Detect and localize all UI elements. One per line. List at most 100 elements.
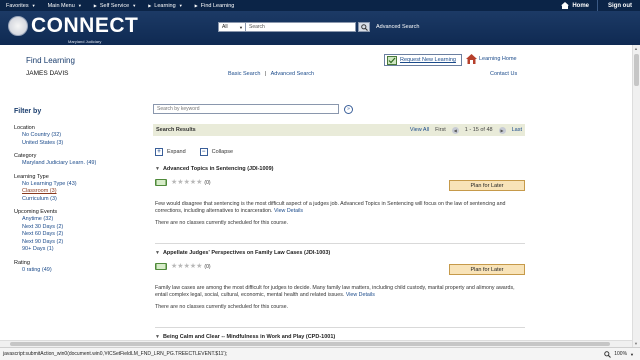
home-icon — [561, 2, 570, 9]
nav-self-service[interactable]: ▶ Self Service ▼ — [88, 3, 142, 9]
zoom-level: 100% — [614, 351, 628, 357]
first-page-label: First — [435, 127, 446, 133]
zoom-icon — [604, 350, 612, 358]
search-scope-value: All — [222, 24, 228, 30]
filter-option[interactable]: Next 30 Days (2) — [14, 224, 134, 232]
star-icon: ★ — [196, 179, 203, 186]
filter-group-rating: Rating 0 rating (49) — [14, 260, 134, 275]
star-rating: ★ ★ ★ ★ ★ — [171, 263, 202, 270]
learning-home-icon — [466, 54, 477, 64]
filter-group-label: Location — [14, 125, 35, 131]
view-details-link[interactable]: View Details — [346, 292, 375, 298]
rating-count: (0) — [204, 263, 211, 270]
course-title: Advanced Topics in Sentencing (JDI-1009) — [162, 166, 274, 172]
zoom-control[interactable]: 100% ▼ — [604, 350, 640, 358]
star-icon: ★ — [196, 263, 203, 270]
filter-option[interactable]: 90+ Days (1) — [14, 246, 134, 254]
collapse-icon[interactable]: − — [199, 148, 208, 156]
link-separator: | — [264, 71, 267, 77]
home-link[interactable]: Home — [553, 2, 597, 9]
filter-option[interactable]: Curriculum (3) — [14, 196, 134, 204]
divider — [155, 327, 525, 328]
filter-option[interactable]: No Learning Type (43) — [14, 181, 134, 189]
course-description-text: Family law cases are among the most diff… — [155, 285, 515, 298]
header-banner: CONNECT Maryland Judiciary All ▼ Search A… — [0, 11, 640, 45]
request-icon — [387, 55, 397, 65]
connect-logo[interactable]: CONNECT Maryland Judiciary — [8, 15, 138, 44]
request-new-learning-button[interactable]: Request New Learning — [384, 54, 462, 66]
divider — [155, 243, 525, 244]
course-title-row[interactable]: ▼ Advanced Topics in Sentencing (JDI-100… — [155, 166, 525, 172]
keyword-placeholder: Search by keyword — [157, 106, 200, 112]
nav-main-menu[interactable]: Main Menu ▼ — [42, 3, 88, 9]
expand-icon[interactable]: + — [155, 148, 163, 156]
collapse-link[interactable]: Collapse — [212, 149, 233, 155]
no-classes-text: There are no classes currently scheduled… — [155, 304, 289, 310]
learning-home-link[interactable]: Learning Home — [466, 54, 517, 64]
scroll-down-icon[interactable]: ▼ — [634, 341, 638, 346]
last-page-link[interactable]: Last — [512, 127, 522, 133]
chevron-down-icon: ▼ — [239, 24, 243, 30]
course-description-text: Few would disagree that sentencing is th… — [155, 201, 506, 214]
course-title-row[interactable]: ▼ Appellate Judges' Perspectives on Fami… — [155, 250, 525, 256]
course-description: Few would disagree that sentencing is th… — [155, 201, 525, 215]
keyword-search-button[interactable]: » — [344, 104, 353, 114]
book-icon — [155, 263, 167, 270]
filter-option[interactable]: Next 90 Days (2) — [14, 239, 134, 247]
scroll-up-icon[interactable]: ▲ — [634, 46, 638, 51]
horizontal-scrollbar[interactable] — [0, 340, 632, 347]
plan-for-later-button[interactable]: Plan for Later — [449, 264, 525, 275]
view-details-link[interactable]: View Details — [274, 208, 303, 214]
results-header: Search Results View All First ◀ 1 - 15 o… — [153, 124, 525, 136]
keyword-input[interactable]: Search by keyword — [153, 104, 339, 114]
filter-group-label: Category — [14, 153, 37, 159]
plan-for-later-button[interactable]: Plan for Later — [449, 180, 525, 191]
header-advanced-search-link[interactable]: Advanced Search — [376, 24, 419, 30]
nav-favorites[interactable]: Favorites ▼ — [0, 3, 42, 9]
results-title: Search Results — [156, 127, 196, 133]
course-item: ▼ Appellate Judges' Perspectives on Fami… — [155, 250, 525, 310]
filter-option[interactable]: United States (3) — [14, 140, 134, 148]
filter-option[interactable]: No Country (32) — [14, 132, 134, 140]
filter-option[interactable]: Classroom (3) — [14, 188, 134, 196]
filter-group-label: Rating — [14, 259, 30, 266]
collapse-triangle-icon[interactable]: ▼ — [155, 250, 160, 256]
next-page-icon[interactable]: ▶ — [498, 126, 506, 134]
filter-option[interactable]: Next 60 Days (2) — [14, 231, 134, 239]
seal-icon — [8, 16, 28, 36]
filter-option[interactable]: Maryland Judiciary Learn. (49) — [14, 160, 134, 168]
user-name: JAMES DAVIS — [26, 70, 69, 77]
filter-group-label: Upcoming Events — [14, 209, 58, 215]
nav-current-label: Find Learning — [200, 2, 235, 9]
sign-out-link[interactable]: Sign out — [597, 0, 640, 11]
filter-option[interactable]: Anytime (32) — [14, 216, 134, 224]
search-button[interactable] — [358, 22, 370, 32]
search-input[interactable]: Search — [246, 22, 356, 32]
nav-find-learning[interactable]: ▶ Find Learning — [189, 3, 241, 9]
prev-page-icon[interactable]: ◀ — [451, 126, 459, 134]
keyword-search: Search by keyword » — [153, 104, 353, 114]
basic-search-link[interactable]: Basic Search — [228, 71, 260, 77]
collapse-triangle-icon[interactable]: ▼ — [155, 166, 160, 172]
chevron-down-icon: ▼ — [31, 3, 36, 8]
star-rating: ★ ★ ★ ★ ★ — [171, 179, 202, 186]
expand-collapse-controls: + Expand − Collapse — [155, 148, 233, 156]
chevron-right-icon: ▶ — [93, 3, 97, 8]
vertical-scrollbar[interactable]: ▲ ▼ — [632, 45, 640, 347]
filter-option[interactable]: 0 rating (49) — [14, 267, 134, 275]
expand-link[interactable]: Expand — [167, 149, 186, 155]
filter-group-location: Location No Country (32) United States (… — [14, 125, 134, 147]
course-title: Appellate Judges' Perspectives on Family… — [162, 250, 331, 256]
search-scope-select[interactable]: All ▼ — [218, 22, 246, 32]
filter-group-category: Category Maryland Judiciary Learn. (49) — [14, 153, 134, 168]
rating-count: (0) — [204, 179, 211, 186]
nav-learning[interactable]: ▶ Learning ▼ — [142, 3, 188, 9]
no-classes-text: There are no classes currently scheduled… — [155, 220, 289, 226]
advanced-search-link[interactable]: Advanced Search — [271, 71, 314, 77]
chevron-right-icon: ▶ — [194, 3, 198, 8]
results-range: 1 - 15 of 48 — [464, 127, 493, 133]
view-all-link[interactable]: View All — [410, 127, 429, 133]
hscroll-thumb[interactable] — [10, 342, 610, 346]
scroll-thumb[interactable] — [634, 54, 639, 86]
contact-us-link[interactable]: Contact Us — [490, 71, 517, 77]
